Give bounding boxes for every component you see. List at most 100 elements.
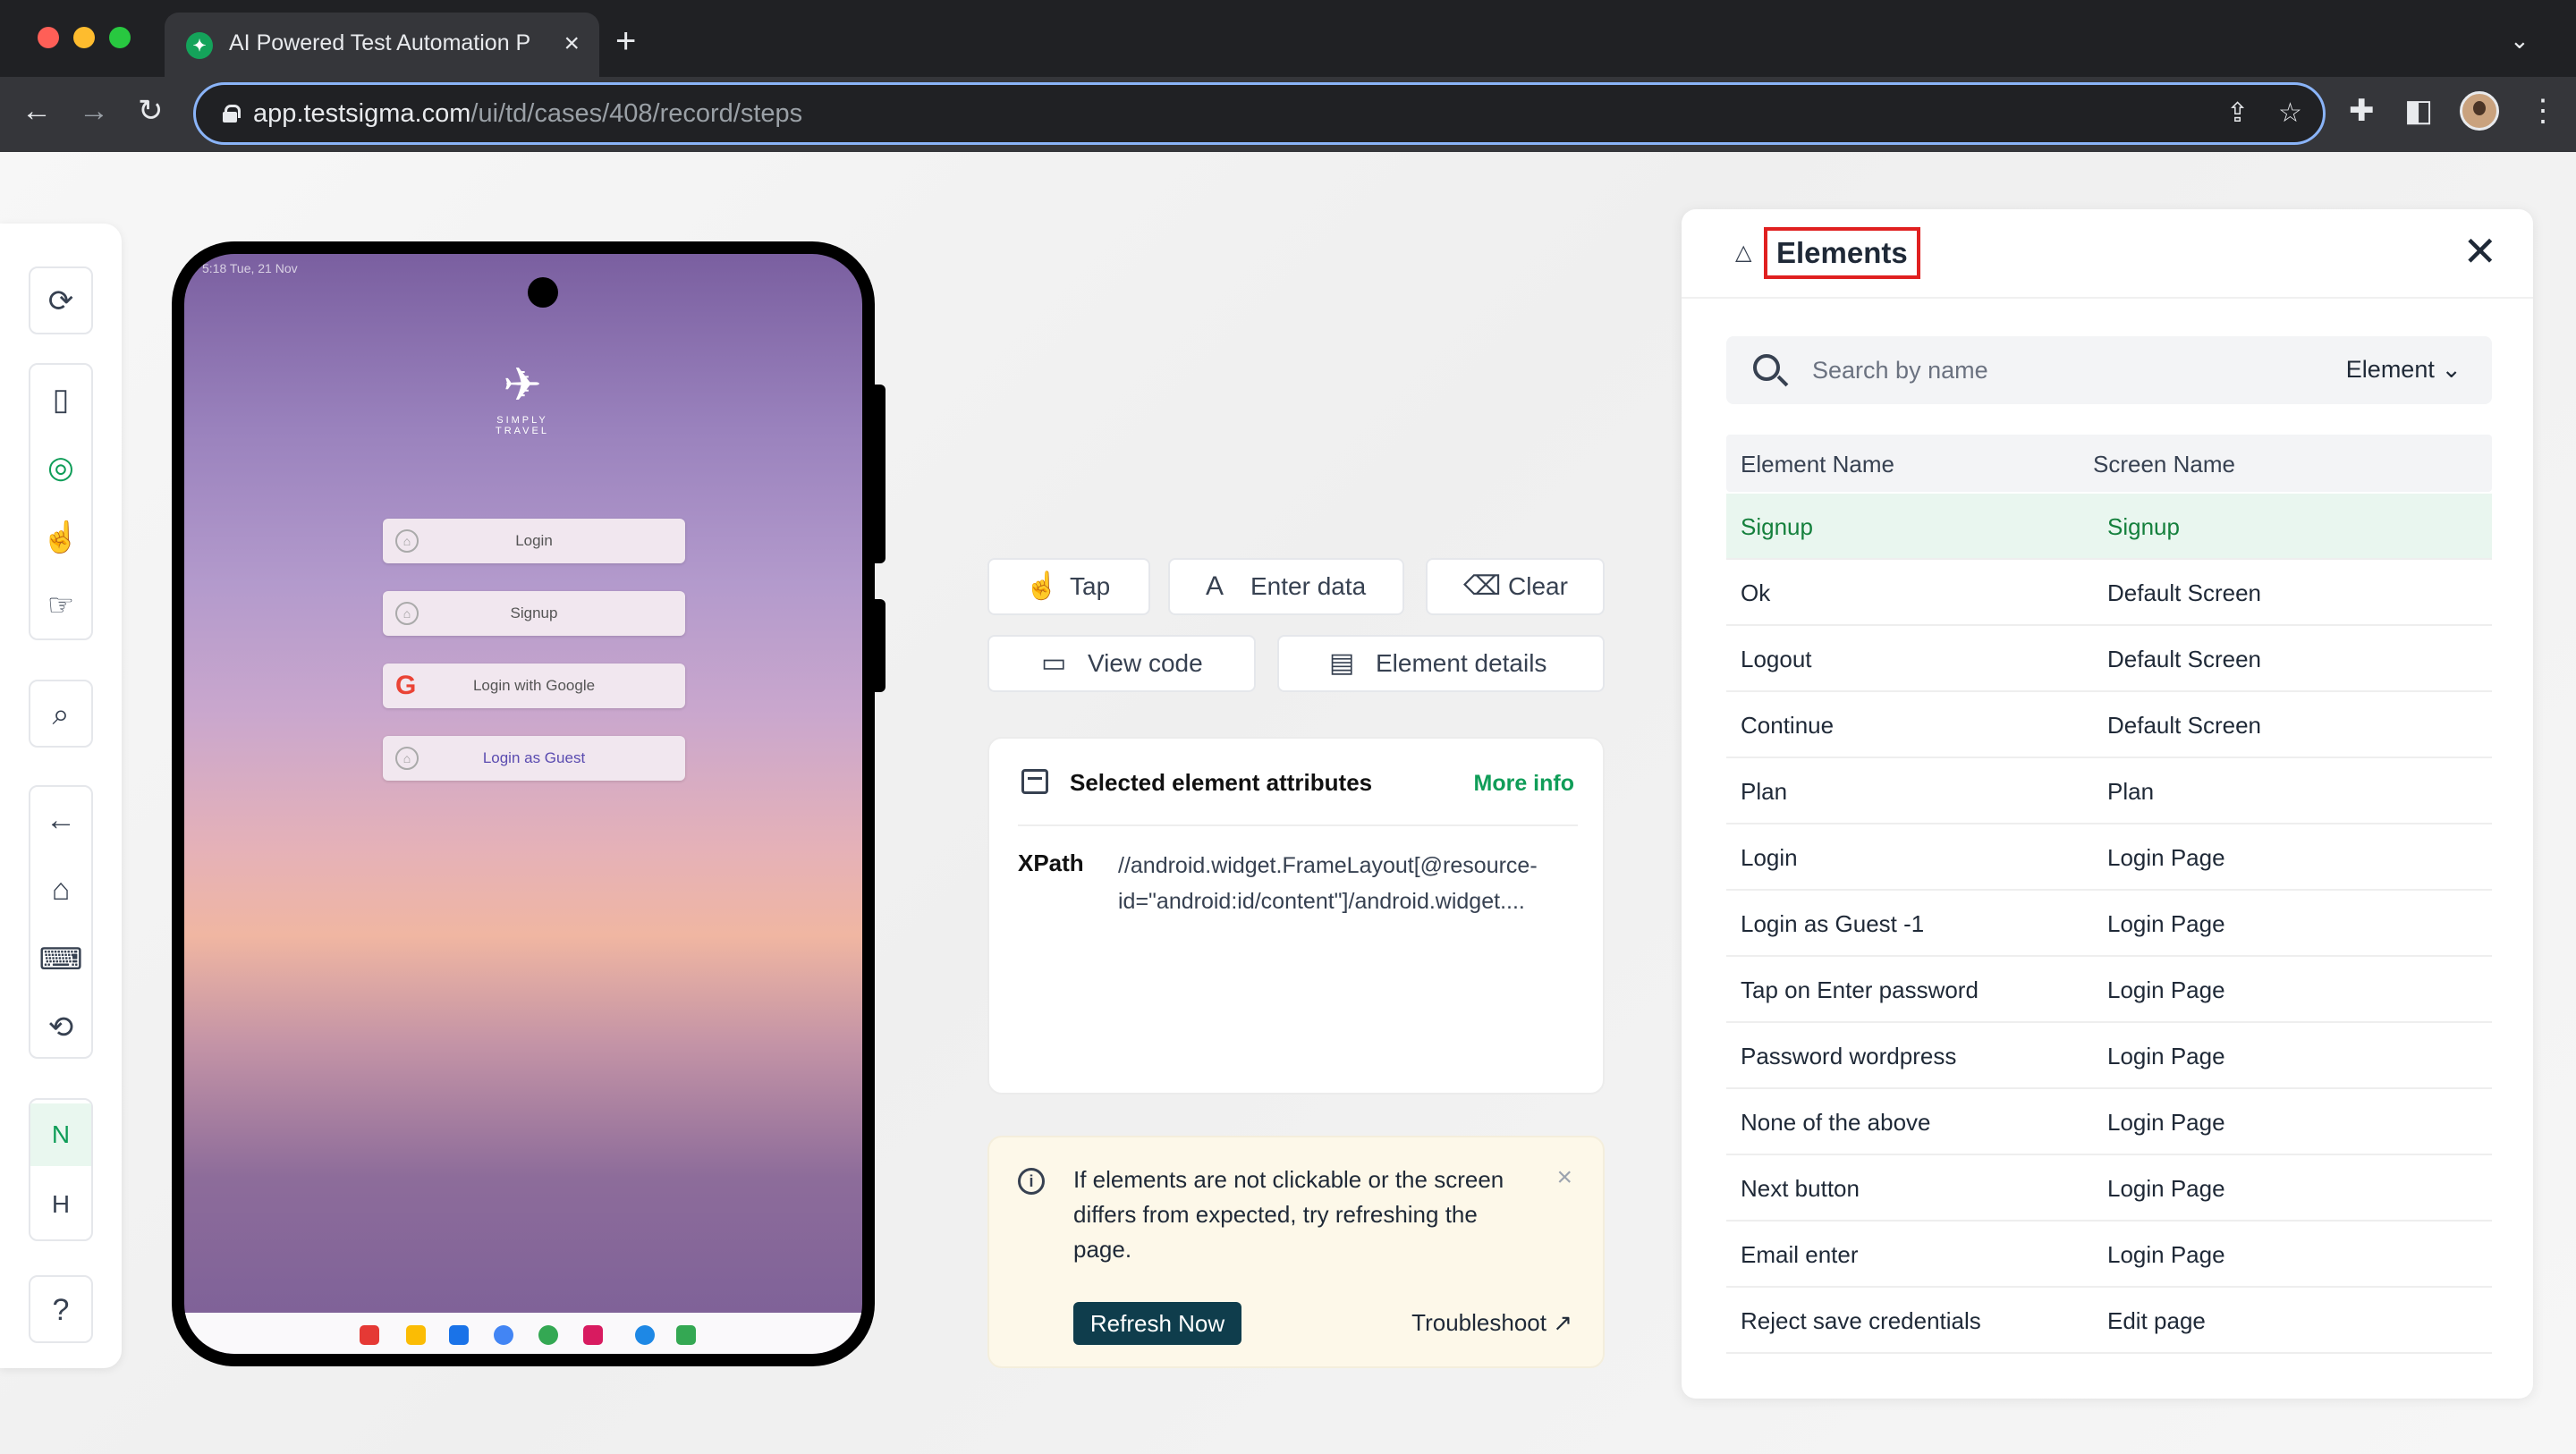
- element-name-cell: Login: [1741, 844, 1798, 871]
- table-row[interactable]: None of the above Login Page: [1726, 1089, 2492, 1155]
- element-search-input[interactable]: [1812, 352, 2259, 388]
- table-row[interactable]: Logout Default Screen: [1726, 626, 2492, 692]
- tap-icon: ☝: [1025, 571, 1059, 601]
- url-text[interactable]: app.testsigma.com/ui/td/cases/408/record…: [253, 99, 802, 129]
- app-guest-login-label: Login as Guest: [482, 749, 586, 766]
- profile-avatar[interactable]: [2460, 91, 2499, 131]
- tab-close-icon[interactable]: ×: [564, 29, 580, 59]
- reload-icon[interactable]: ↻: [138, 93, 164, 129]
- xpath-label: XPath: [1018, 850, 1084, 876]
- element-details-button[interactable]: ▤ Element details: [1277, 635, 1605, 692]
- app-logo: ✈ SIMPLY TRAVEL: [478, 361, 567, 436]
- app-logo-text: SIMPLY TRAVEL: [496, 415, 549, 436]
- app-login-button[interactable]: ⌂ Login: [383, 519, 685, 563]
- forward-icon[interactable]: →: [79, 93, 109, 129]
- refresh-icon[interactable]: ⟳: [30, 270, 91, 333]
- back-icon[interactable]: ←: [21, 93, 52, 129]
- device-back-icon[interactable]: ←: [30, 789, 91, 851]
- more-info-link[interactable]: More info: [1474, 771, 1575, 797]
- troubleshoot-label: Troubleshoot: [1411, 1309, 1546, 1336]
- toolbar-group-help: ?: [29, 1275, 93, 1343]
- table-row[interactable]: Reject save credentials Edit page: [1726, 1288, 2492, 1354]
- app-signup-label: Signup: [510, 604, 558, 621]
- share-icon[interactable]: ⇪: [2226, 97, 2249, 129]
- app-google-login-button[interactable]: G Login with Google: [383, 664, 685, 708]
- close-window-button[interactable]: [38, 27, 59, 48]
- table-row[interactable]: Tap on Enter password Login Page: [1726, 957, 2492, 1023]
- element-type-dropdown[interactable]: Element ⌄: [2346, 356, 2462, 384]
- app-icon[interactable]: [449, 1325, 469, 1345]
- screen-name-column-header: Screen Name: [2093, 451, 2235, 478]
- screen-name-cell: Signup: [2107, 513, 2180, 540]
- app-guest-login-button[interactable]: ⌂ Login as Guest: [383, 736, 685, 781]
- tab-search-chevron-icon[interactable]: ⌄: [2510, 27, 2529, 55]
- close-panel-icon[interactable]: ✕: [2462, 229, 2497, 274]
- table-row[interactable]: Email enter Login Page: [1726, 1222, 2492, 1288]
- device-screen[interactable]: 5:18 Tue, 21 Nov ✈ SIMPLY TRAVEL ⌂ Login…: [184, 254, 862, 1354]
- toolbar-group-letters: N H: [29, 1098, 93, 1241]
- help-icon[interactable]: ?: [30, 1279, 91, 1341]
- extensions-puzzle-icon[interactable]: ✚: [2349, 93, 2375, 129]
- screen-name-cell: Login Page: [2107, 910, 2225, 937]
- element-name-cell: Reject save credentials: [1741, 1307, 1981, 1334]
- toolbar-group-search: ⌕: [29, 680, 93, 748]
- tab-title: AI Powered Test Automation P: [229, 30, 531, 55]
- app-icon[interactable]: [406, 1325, 426, 1345]
- tap-gesture-icon[interactable]: ☞: [30, 574, 91, 637]
- element-search-bar: Element ⌄: [1726, 336, 2492, 404]
- app-icon[interactable]: [360, 1325, 379, 1345]
- close-notice-icon[interactable]: ×: [1556, 1162, 1572, 1193]
- table-row[interactable]: Password wordpress Login Page: [1726, 1023, 2492, 1089]
- table-row[interactable]: Login as Guest -1 Login Page: [1726, 891, 2492, 957]
- device-switch-icon[interactable]: ▯: [30, 368, 91, 431]
- new-tab-button[interactable]: +: [615, 23, 636, 59]
- rotate-icon[interactable]: ⟲: [30, 996, 91, 1059]
- view-code-button[interactable]: ▭ View code: [987, 635, 1256, 692]
- refresh-notice: i If elements are not clickable or the s…: [987, 1136, 1605, 1368]
- table-row[interactable]: Plan Plan: [1726, 758, 2492, 824]
- plane-icon: ✈: [503, 359, 542, 411]
- toolbar-n-button[interactable]: N: [30, 1103, 91, 1166]
- table-row[interactable]: Signup Signup: [1726, 494, 2492, 560]
- play-store-icon[interactable]: [676, 1325, 696, 1345]
- elements-table-header: Element Name Screen Name: [1726, 435, 2492, 492]
- screen-name-cell: Login Page: [2107, 1109, 2225, 1136]
- maximize-window-button[interactable]: [109, 27, 131, 48]
- toolbar-h-button[interactable]: H: [30, 1173, 91, 1236]
- side-panel-icon[interactable]: ◧: [2404, 93, 2433, 129]
- address-bar[interactable]: app.testsigma.com/ui/td/cases/408/record…: [193, 82, 2326, 145]
- notice-text: If elements are not clickable or the scr…: [1073, 1166, 1504, 1263]
- table-row[interactable]: Continue Default Screen: [1726, 692, 2492, 758]
- app-icon[interactable]: [583, 1325, 603, 1345]
- browser-tab[interactable]: ✦ AI Powered Test Automation P ×: [165, 13, 599, 77]
- lock-icon: [223, 105, 241, 123]
- table-row[interactable]: Login Login Page: [1726, 824, 2492, 891]
- app-signup-button[interactable]: ⌂ Signup: [383, 591, 685, 636]
- table-row[interactable]: Ok Default Screen: [1726, 560, 2492, 626]
- keyboard-icon[interactable]: ⌨: [30, 928, 91, 991]
- search-icon[interactable]: ⌕: [30, 683, 91, 746]
- troubleshoot-link[interactable]: Troubleshoot ↗: [1411, 1309, 1572, 1337]
- browser-menu-icon[interactable]: ⋮: [2528, 93, 2558, 129]
- table-row[interactable]: Next button Login Page: [1726, 1155, 2492, 1222]
- inspect-pointer-icon[interactable]: ◎: [30, 436, 91, 499]
- view-code-label: View code: [1088, 649, 1203, 677]
- url-path: /ui/td/cases/408/record/steps: [470, 99, 803, 128]
- app-google-login-label: Login with Google: [472, 677, 596, 694]
- chrome-icon[interactable]: [538, 1325, 558, 1345]
- tap-button[interactable]: ☝ Tap: [987, 558, 1150, 615]
- device-home-icon[interactable]: ⌂: [30, 858, 91, 921]
- app-icon[interactable]: [494, 1325, 513, 1345]
- page-content: ⟳ ▯ ◎ ☝ ☞ ⌕ ← ⌂ ⌨ ⟲ N H ? 5:18 Tue, 21 N…: [0, 152, 2576, 1454]
- minimize-window-button[interactable]: [73, 27, 95, 48]
- element-name-cell: Email enter: [1741, 1241, 1859, 1268]
- enter-data-button[interactable]: A Enter data: [1168, 558, 1404, 615]
- shapes-icon: △: [1735, 241, 1752, 265]
- bookmark-star-icon[interactable]: ☆: [2278, 97, 2302, 129]
- elements-panel-title: Elements: [1764, 227, 1920, 279]
- swipe-gesture-icon[interactable]: ☝: [30, 506, 91, 569]
- element-name-cell: Next button: [1741, 1175, 1860, 1202]
- app-icon[interactable]: [635, 1325, 655, 1345]
- refresh-now-button[interactable]: Refresh Now: [1073, 1302, 1241, 1345]
- clear-button[interactable]: ⌫ Clear: [1426, 558, 1605, 615]
